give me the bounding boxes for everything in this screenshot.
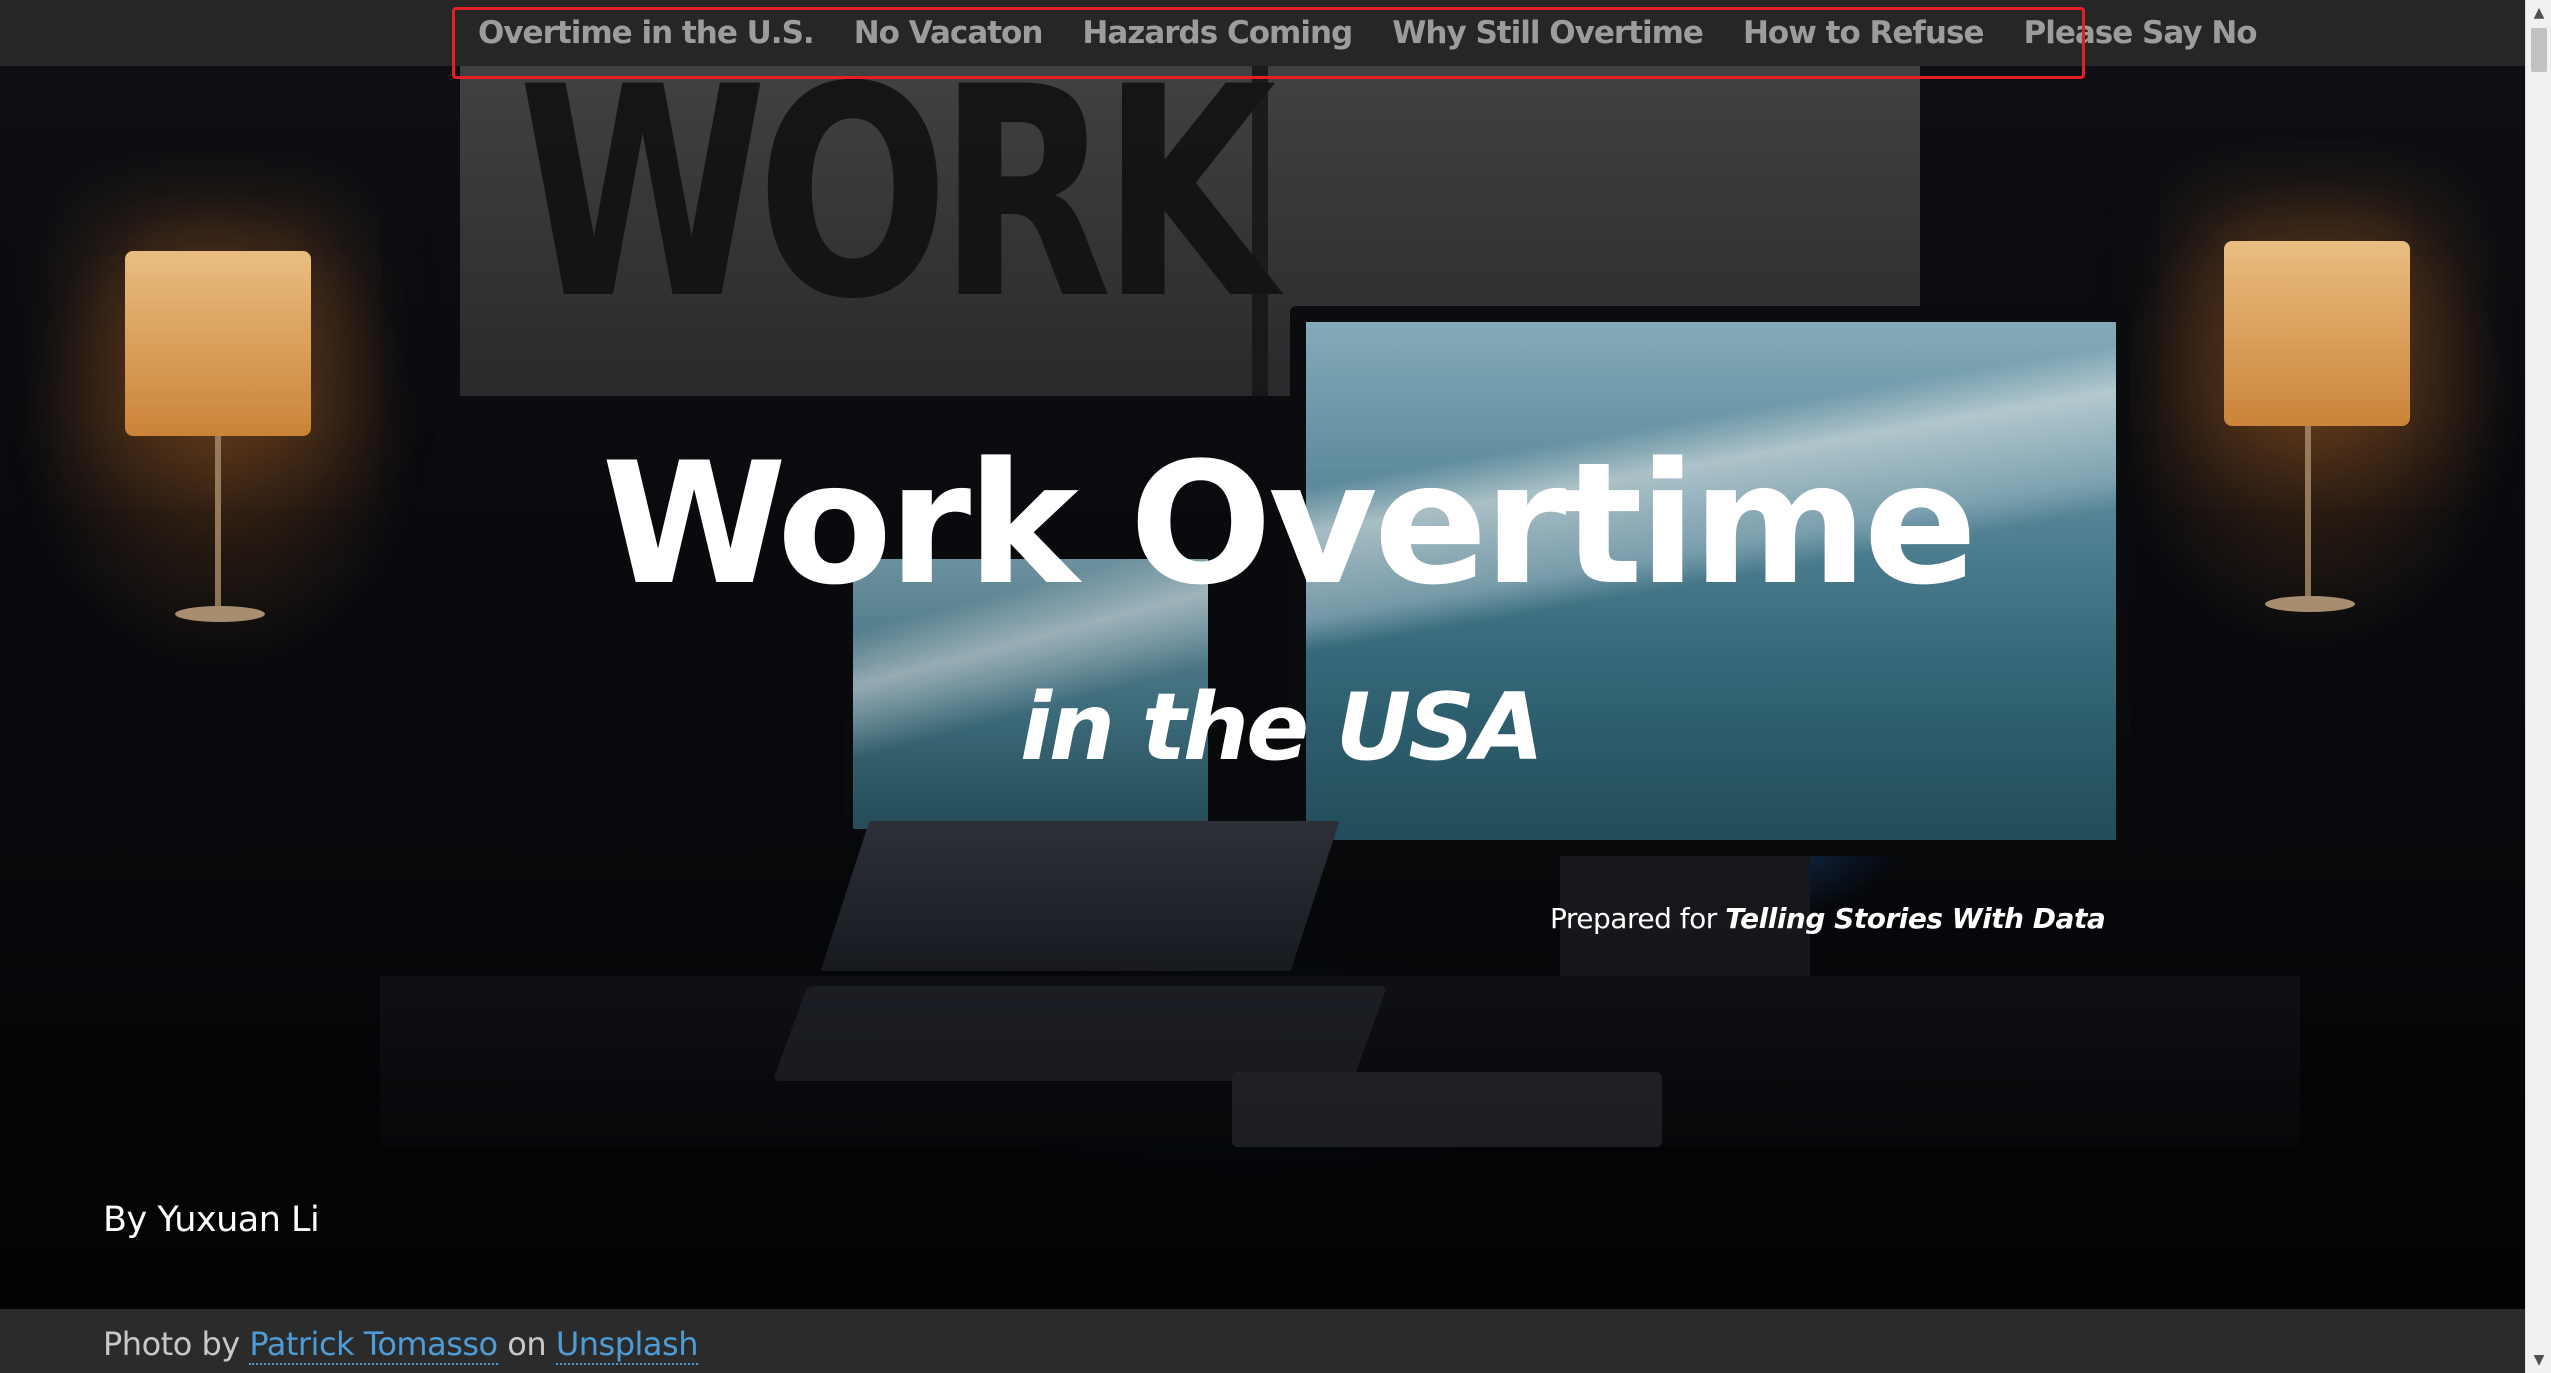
hero-section: WORK Work Overtime in the USA Prepared f… bbox=[0, 66, 2525, 1309]
unsplash-link[interactable]: Unsplash bbox=[555, 1325, 698, 1365]
hero-title: Work Overtime bbox=[601, 426, 1978, 622]
photo-credit-middle: on bbox=[497, 1325, 556, 1363]
photographer-link[interactable]: Patrick Tomasso bbox=[249, 1325, 498, 1365]
page: Overtime in the U.S. No Vacaton Hazards … bbox=[0, 0, 2525, 1373]
author-byline: By Yuxuan Li bbox=[103, 1200, 320, 1240]
photo-credit: Photo by Patrick Tomasso on Unsplash bbox=[103, 1325, 698, 1365]
nav-highlight-box bbox=[452, 7, 2085, 79]
scroll-down-icon[interactable]: ▼ bbox=[2526, 1347, 2551, 1373]
prepared-for-prefix: Prepared for bbox=[1550, 902, 1726, 935]
vertical-scrollbar[interactable]: ▲ ▼ bbox=[2525, 0, 2551, 1373]
prepared-for-course: Telling Stories With Data bbox=[1725, 902, 2106, 935]
prepared-for-text: Prepared for Telling Stories With Data bbox=[1550, 902, 2106, 935]
photo-credit-bar: Photo by Patrick Tomasso on Unsplash bbox=[0, 1309, 2525, 1373]
photo-credit-prefix: Photo by bbox=[103, 1325, 250, 1363]
scroll-thumb[interactable] bbox=[2531, 28, 2547, 72]
hero-subtitle: in the USA bbox=[1020, 673, 1544, 781]
scroll-up-icon[interactable]: ▲ bbox=[2526, 0, 2551, 26]
